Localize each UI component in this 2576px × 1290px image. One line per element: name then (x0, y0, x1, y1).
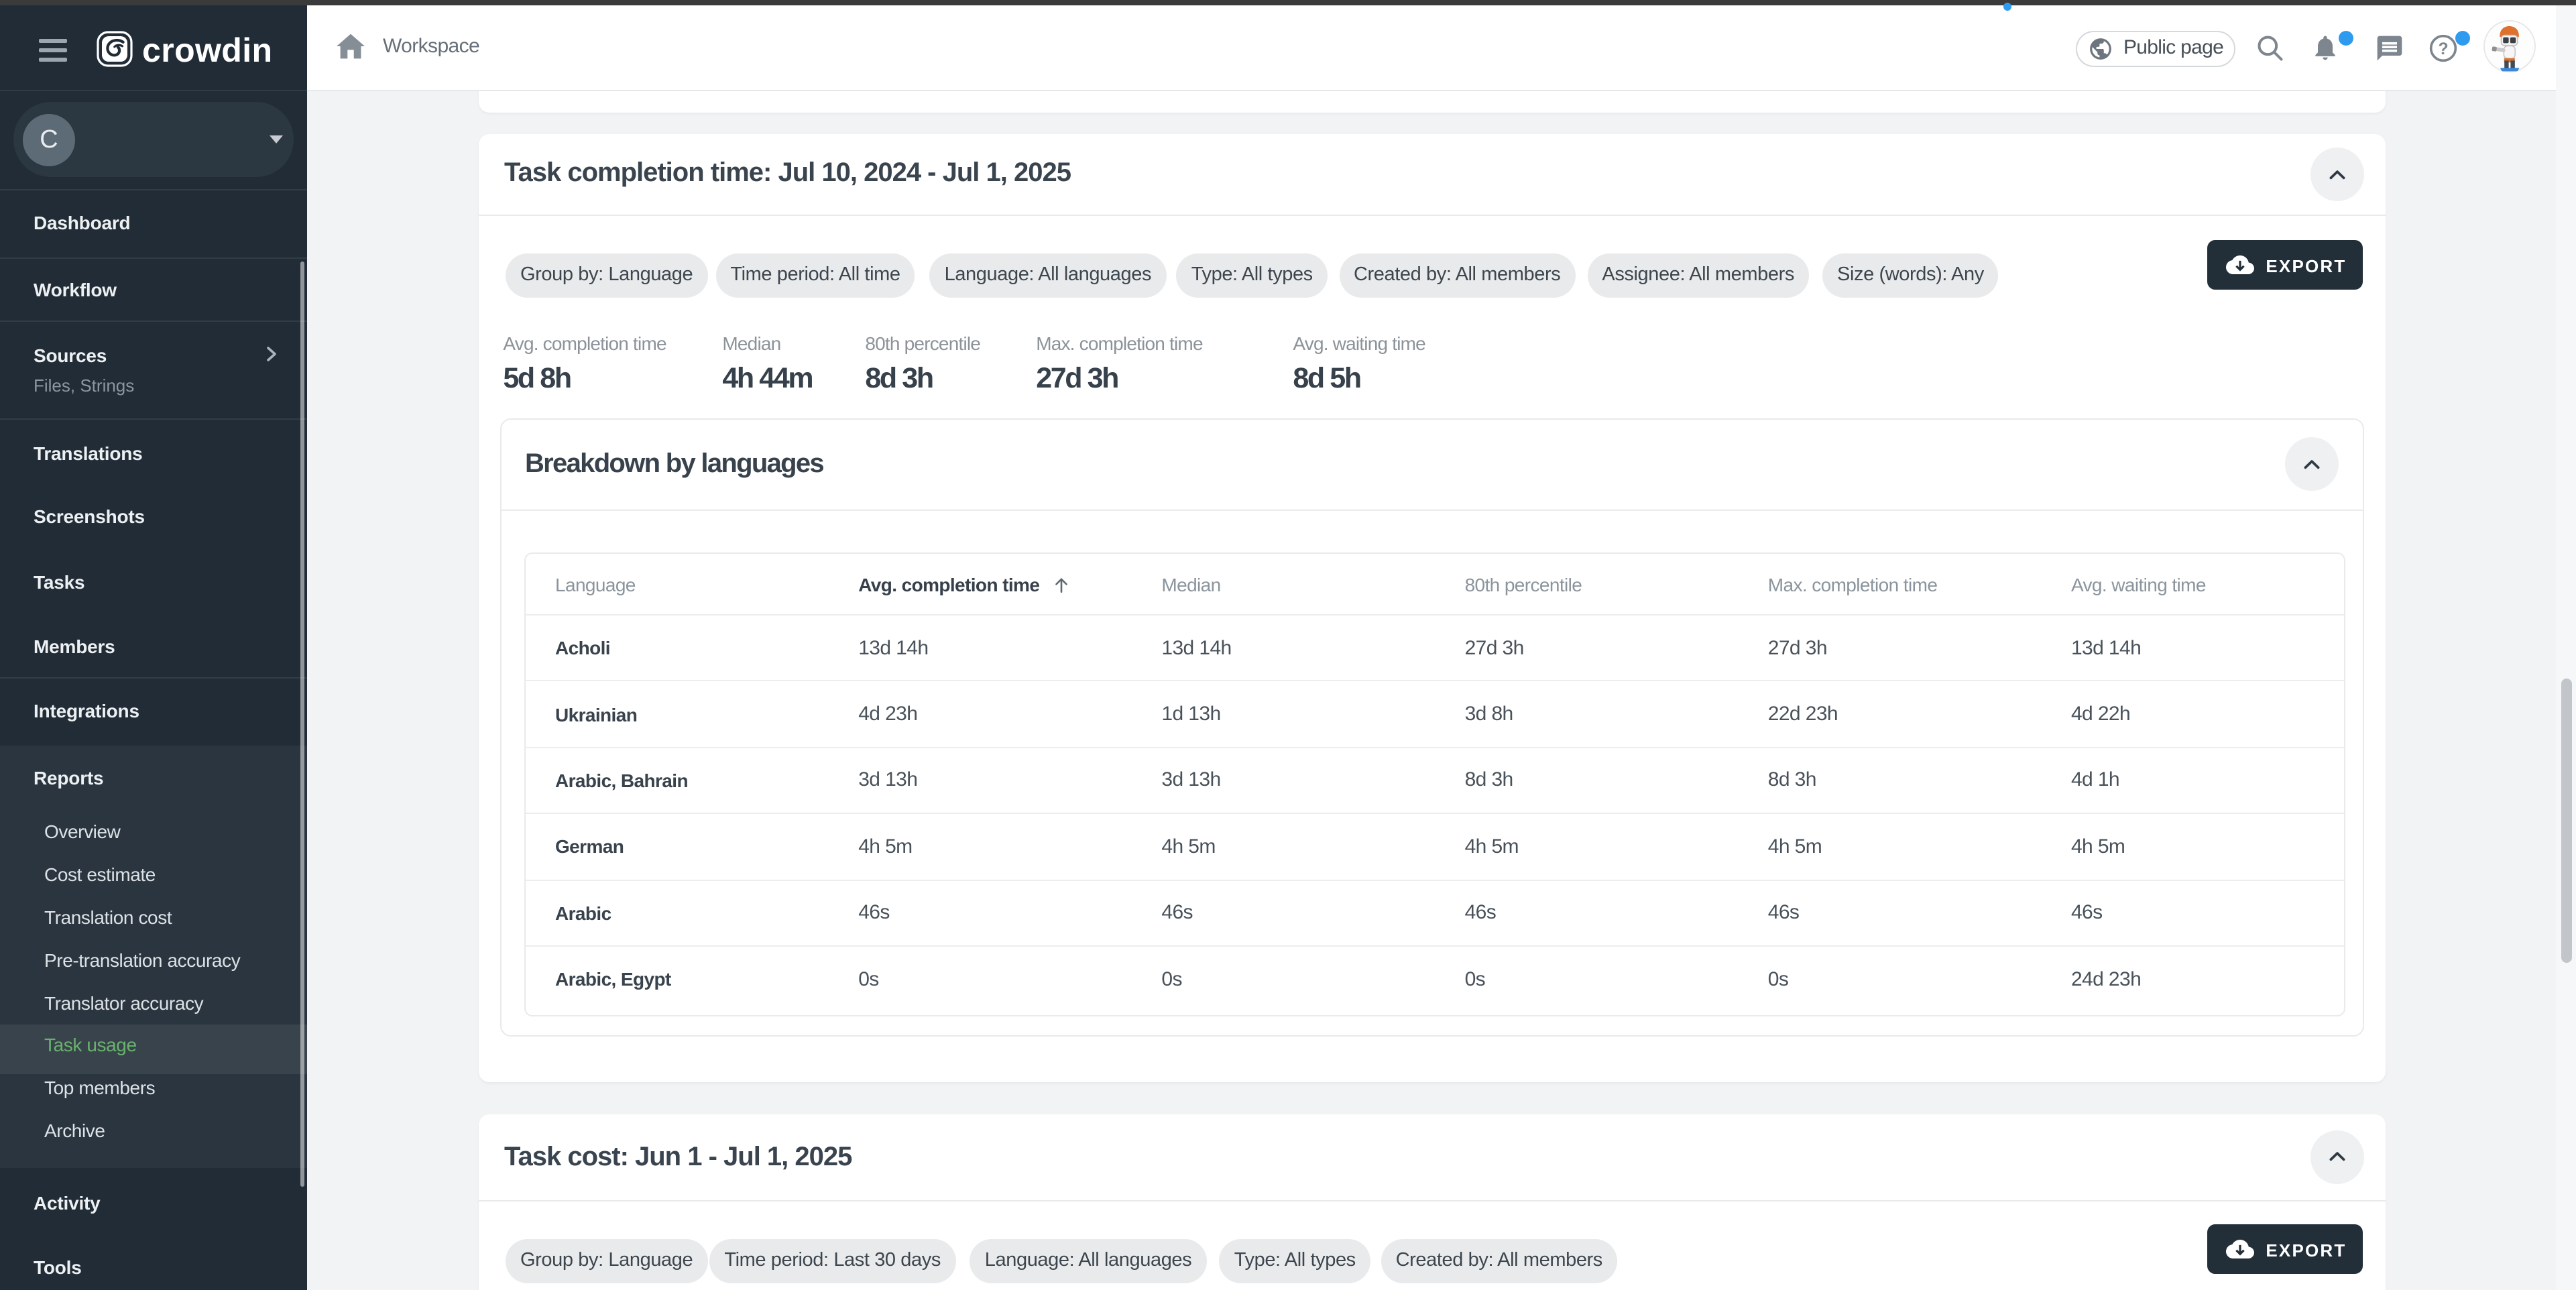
svg-text:?: ? (2437, 40, 2447, 58)
